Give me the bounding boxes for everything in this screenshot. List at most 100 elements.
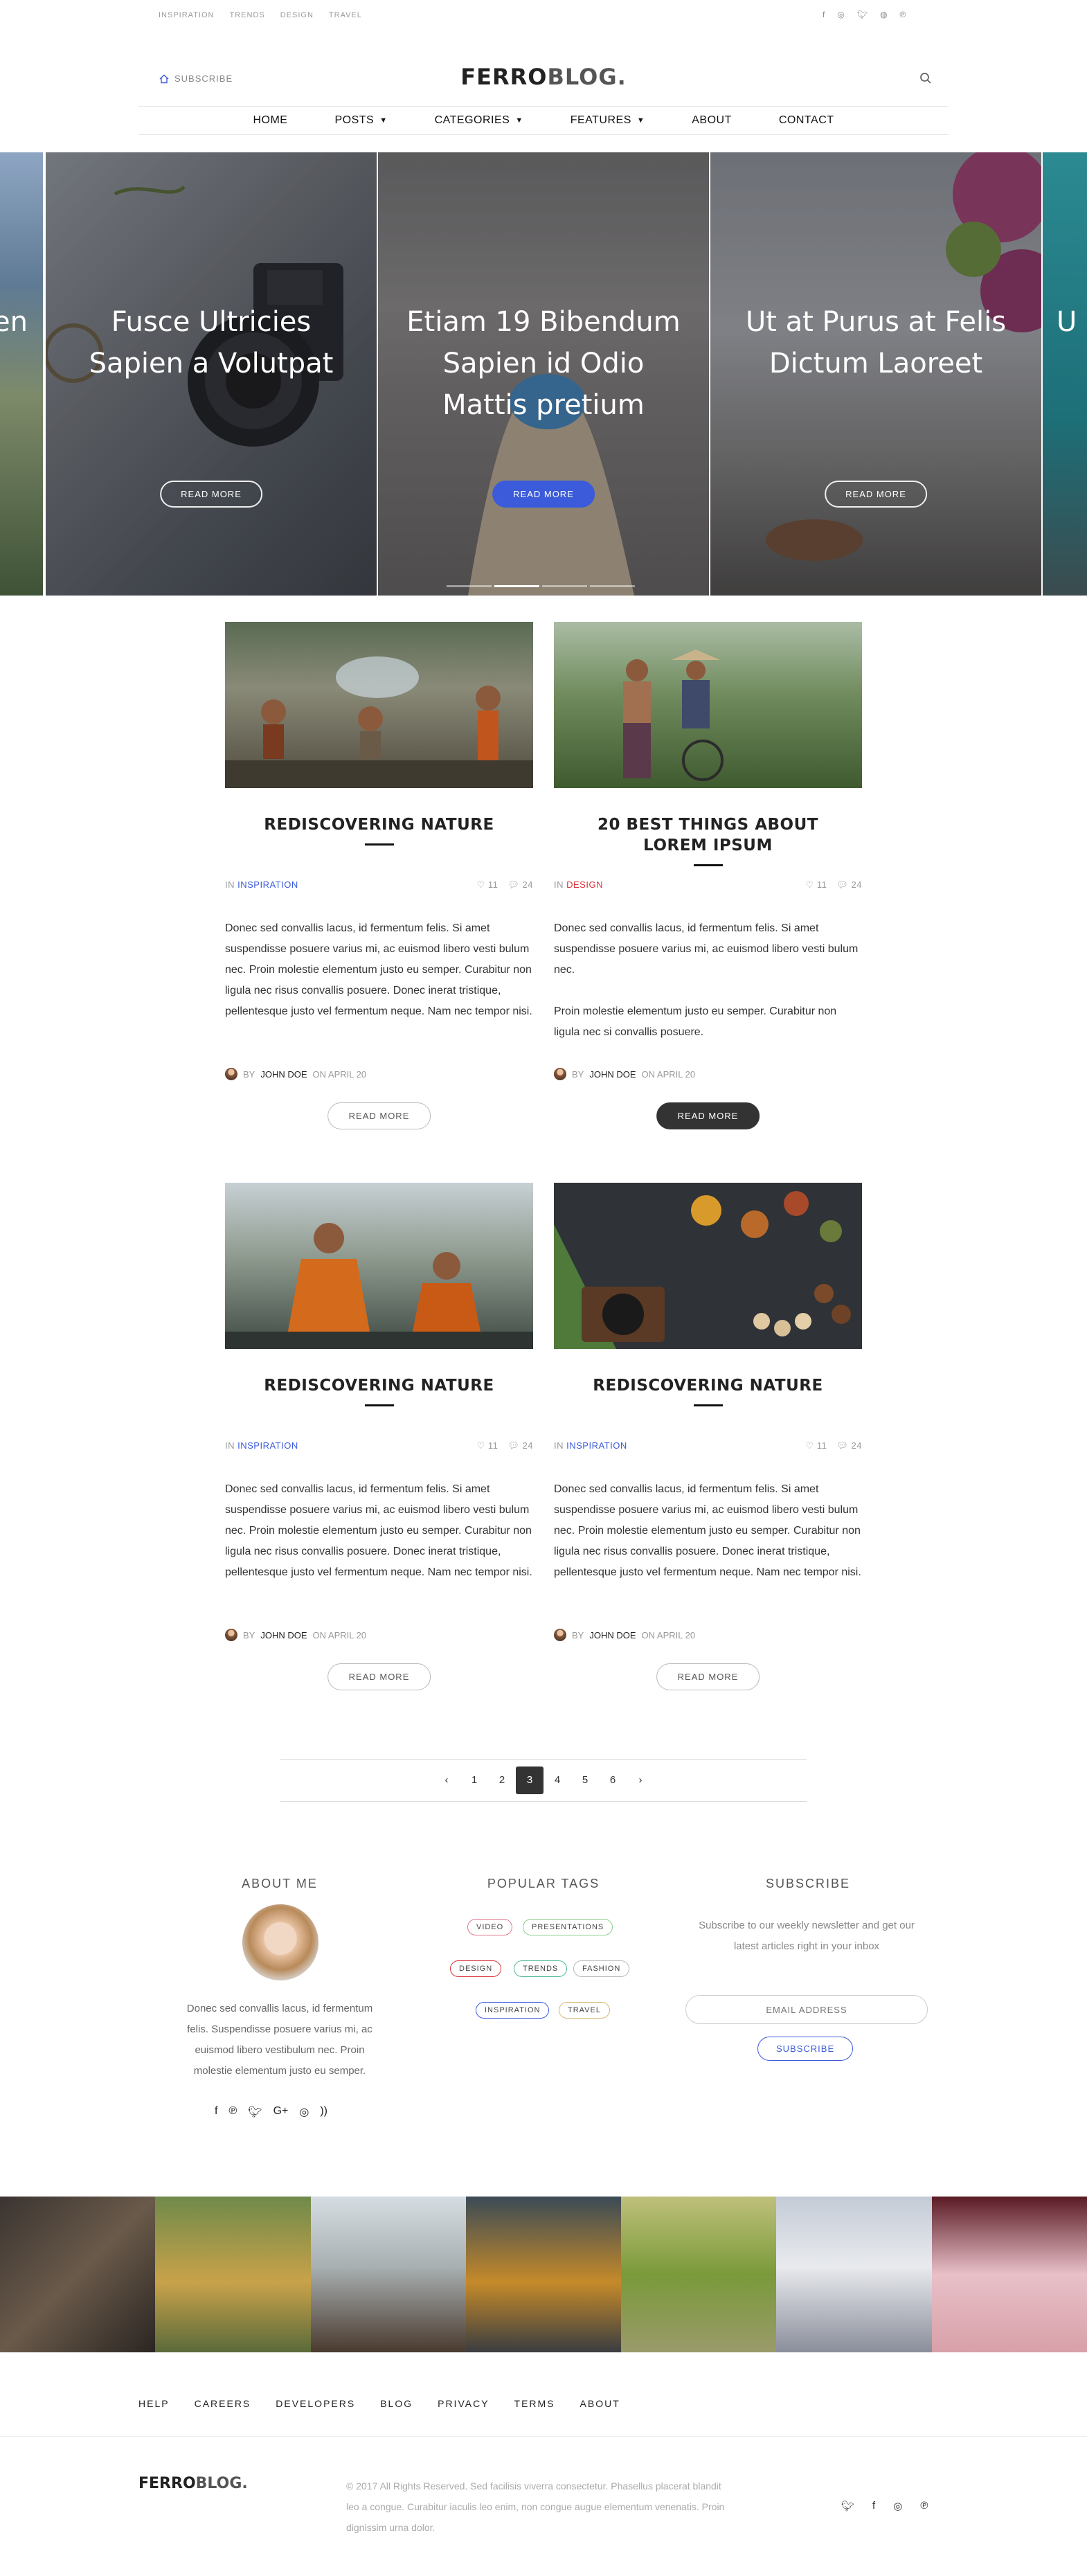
- pinterest-icon[interactable]: ℗: [228, 2105, 237, 2119]
- hero-slider[interactable]: en Fusce Ultricies Sapien a Volutpat REA…: [0, 152, 1087, 596]
- slide-partial-left[interactable]: en: [0, 152, 43, 596]
- post-category[interactable]: INSPIRATION: [237, 879, 298, 890]
- top-link-travel[interactable]: TRAVEL: [329, 11, 362, 19]
- strip-photo-bike[interactable]: [0, 2197, 156, 2352]
- top-link-inspiration[interactable]: INSPIRATION: [159, 11, 214, 19]
- subscribe-button[interactable]: SUBSCRIBE: [757, 2037, 854, 2061]
- twitter-icon[interactable]: 🐦︎: [841, 2500, 854, 2512]
- read-more-button[interactable]: READ MORE: [656, 1663, 760, 1690]
- tag-video[interactable]: VIDEO: [467, 1919, 513, 1935]
- post-title[interactable]: REDISCOVERING NATURE: [225, 814, 533, 835]
- strip-photo-backpack[interactable]: [155, 2197, 311, 2352]
- instagram-icon[interactable]: ◎: [893, 2500, 902, 2512]
- google-plus-icon[interactable]: G+: [273, 2105, 289, 2119]
- strip-photo-leaf[interactable]: [621, 2197, 777, 2352]
- slide-read-more-button[interactable]: READ MORE: [160, 481, 262, 508]
- email-field[interactable]: [685, 1995, 928, 2024]
- nav-contact[interactable]: CONTACT: [755, 114, 858, 127]
- footer-link-careers[interactable]: CAREERS: [195, 2398, 251, 2409]
- post-image[interactable]: [554, 622, 862, 788]
- likes-count[interactable]: ♡ 11: [477, 879, 498, 891]
- search-icon[interactable]: [919, 72, 932, 88]
- post-image[interactable]: [554, 1183, 862, 1349]
- page-5[interactable]: 5: [571, 1766, 599, 1794]
- slide-read-more-button[interactable]: READ MORE: [825, 481, 927, 508]
- nav-categories[interactable]: CATEGORIES ▼: [411, 114, 547, 127]
- comments-count[interactable]: 💬︎ 24: [507, 1440, 533, 1451]
- prev-page-icon[interactable]: ‹: [433, 1766, 460, 1794]
- top-link-trends[interactable]: TRENDS: [229, 11, 264, 19]
- nav-about[interactable]: ABOUT: [668, 114, 755, 127]
- post-category[interactable]: INSPIRATION: [237, 1440, 298, 1451]
- post-image[interactable]: [225, 622, 533, 788]
- strip-photo-snow[interactable]: [776, 2197, 932, 2352]
- twitter-icon[interactable]: 🐦︎: [248, 2105, 262, 2119]
- read-more-button[interactable]: READ MORE: [327, 1663, 431, 1690]
- post-title[interactable]: 20 BEST THINGS ABOUT LOREM IPSUM: [554, 814, 862, 856]
- dribbble-icon[interactable]: ◍: [880, 10, 887, 19]
- post-category[interactable]: DESIGN: [566, 879, 603, 890]
- instagram-icon[interactable]: ◎: [299, 2105, 309, 2119]
- pinterest-icon[interactable]: ℗: [900, 10, 906, 19]
- instagram-icon[interactable]: ◎: [837, 10, 844, 19]
- facebook-icon[interactable]: f: [823, 10, 825, 19]
- comments-count[interactable]: 💬︎ 24: [507, 879, 533, 891]
- rss-icon[interactable]: )): [320, 2105, 327, 2119]
- page-1[interactable]: 1: [460, 1766, 488, 1794]
- slide-flowers[interactable]: Ut at Purus at Felis Dictum Laoreet READ…: [710, 152, 1041, 596]
- next-page-icon[interactable]: ›: [627, 1766, 654, 1794]
- post-category[interactable]: INSPIRATION: [566, 1440, 627, 1451]
- read-more-button[interactable]: READ MORE: [656, 1102, 760, 1129]
- tag-trends[interactable]: TRENDS: [514, 1960, 568, 1977]
- page-4[interactable]: 4: [544, 1766, 571, 1794]
- author-name[interactable]: JOHN DOE: [589, 1069, 636, 1080]
- footer-link-privacy[interactable]: PRIVACY: [438, 2398, 489, 2409]
- footer-link-blog[interactable]: BLOG: [380, 2398, 413, 2409]
- author-name[interactable]: JOHN DOE: [260, 1630, 307, 1640]
- footer-link-about[interactable]: ABOUT: [580, 2398, 620, 2409]
- tag-presentations[interactable]: PRESENTATIONS: [523, 1919, 613, 1935]
- slider-dot-active[interactable]: [494, 585, 539, 587]
- pinterest-icon[interactable]: ℗: [920, 2500, 928, 2512]
- tag-design[interactable]: DESIGN: [450, 1960, 502, 1977]
- likes-count[interactable]: ♡ 11: [477, 1440, 498, 1451]
- slider-dot[interactable]: [542, 585, 587, 587]
- page-2[interactable]: 2: [488, 1766, 516, 1794]
- slider-dot[interactable]: [447, 585, 492, 587]
- comments-count[interactable]: 💬︎ 24: [836, 1440, 862, 1451]
- post-title[interactable]: REDISCOVERING NATURE: [554, 1375, 862, 1396]
- page-6[interactable]: 6: [599, 1766, 627, 1794]
- footer-link-help[interactable]: HELP: [138, 2398, 170, 2409]
- facebook-icon[interactable]: f: [215, 2105, 217, 2119]
- likes-count[interactable]: ♡ 11: [806, 879, 827, 891]
- nav-home[interactable]: HOME: [229, 114, 311, 127]
- footer-logo[interactable]: FERROBLOG.: [138, 2475, 248, 2492]
- slide-partial-right[interactable]: U: [1043, 152, 1087, 596]
- likes-count[interactable]: ♡ 11: [806, 1440, 827, 1451]
- page-current[interactable]: 3: [516, 1766, 544, 1794]
- footer-link-terms[interactable]: TERMS: [514, 2398, 555, 2409]
- strip-photo-robot[interactable]: [465, 2197, 622, 2352]
- author-name[interactable]: JOHN DOE: [260, 1069, 307, 1080]
- post-title[interactable]: REDISCOVERING NATURE: [225, 1375, 533, 1396]
- top-link-design[interactable]: DESIGN: [280, 11, 314, 19]
- nav-posts[interactable]: POSTS ▼: [311, 114, 411, 127]
- facebook-icon[interactable]: f: [872, 2500, 875, 2512]
- slider-dot[interactable]: [590, 585, 635, 587]
- tag-fashion[interactable]: FASHION: [573, 1960, 630, 1977]
- strip-photo-mountain[interactable]: [310, 2197, 466, 2352]
- post-image[interactable]: [225, 1183, 533, 1349]
- slide-cave[interactable]: Etiam 19 Bibendum Sapien id Odio Mattis …: [378, 152, 709, 596]
- tag-travel[interactable]: TRAVEL: [559, 2002, 610, 2019]
- tag-inspiration[interactable]: INSPIRATION: [476, 2002, 550, 2019]
- strip-photo-flowers[interactable]: [931, 2197, 1087, 2352]
- read-more-button[interactable]: READ MORE: [327, 1102, 431, 1129]
- comments-count[interactable]: 💬︎ 24: [836, 879, 862, 891]
- twitter-icon[interactable]: 🐦︎: [857, 10, 868, 19]
- slide-camera[interactable]: Fusce Ultricies Sapien a Volutpat READ M…: [46, 152, 377, 596]
- slide-read-more-button[interactable]: READ MORE: [492, 481, 595, 508]
- footer-link-developers[interactable]: DEVELOPERS: [276, 2398, 355, 2409]
- nav-features[interactable]: FEATURES ▼: [547, 114, 669, 127]
- author-name[interactable]: JOHN DOE: [589, 1630, 636, 1640]
- site-logo[interactable]: FERROBLOG.: [138, 64, 949, 90]
